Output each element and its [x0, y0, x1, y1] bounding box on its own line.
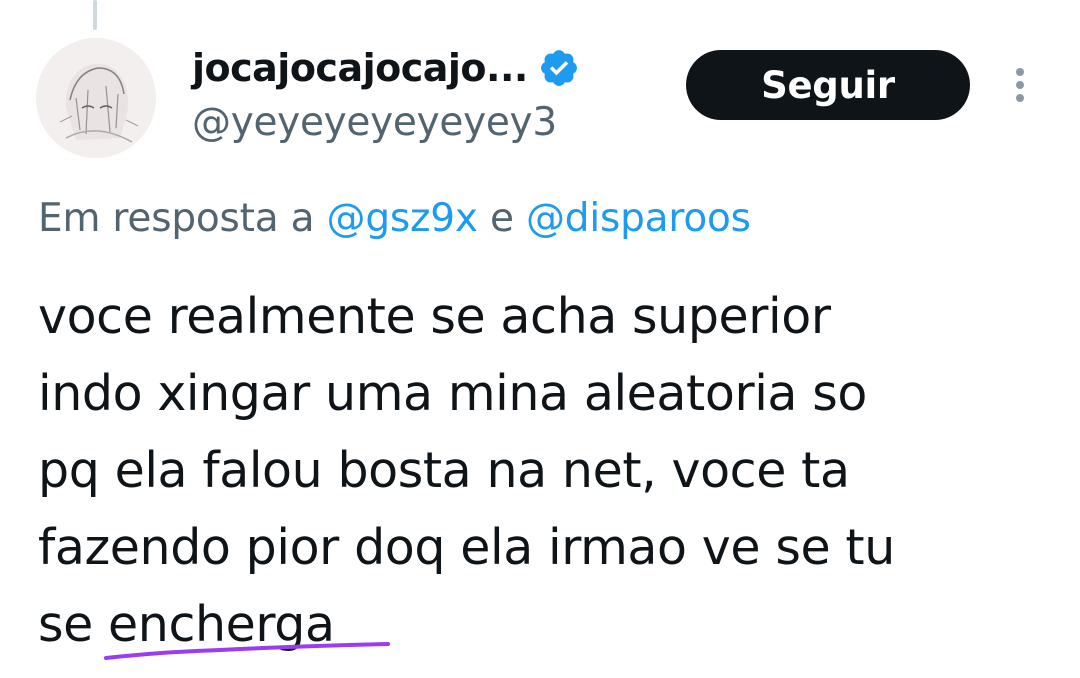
author-avatar[interactable] — [36, 38, 156, 158]
reply-mention-link[interactable]: @disparoos — [526, 196, 751, 241]
reply-mention-link[interactable]: @gsz9x — [327, 196, 478, 241]
handdrawn-underline-annotation — [100, 636, 395, 666]
tweet-text: voce realmente se acha superior indo xin… — [38, 278, 1048, 663]
tweet-text-line: indo xingar uma mina aleatoria so — [38, 365, 867, 422]
tweet-text-line: voce realmente se acha superior — [38, 288, 831, 345]
more-vertical-icon[interactable] — [1006, 66, 1034, 106]
reply-context: Em resposta a @gsz9x e @disparoos — [38, 196, 751, 241]
tweet-text-line: pq ela falou bosta na net, voce ta — [38, 442, 850, 499]
avatar-image — [36, 38, 156, 158]
follow-button[interactable]: Seguir — [686, 50, 970, 120]
reply-conjunction: e — [490, 196, 514, 241]
verified-badge-icon[interactable] — [538, 47, 580, 89]
thread-connector-line — [93, 0, 97, 30]
author-display-name[interactable]: jocajocajocajo... — [192, 46, 528, 90]
tweet-text-line: fazendo pior doq ela irmao ve se tu — [38, 519, 895, 576]
author-name-row: jocajocajocajo... — [192, 40, 580, 96]
reply-prefix: Em resposta a — [38, 196, 315, 241]
author-handle[interactable]: @yeyeyeyeyeyey3 — [192, 100, 557, 145]
